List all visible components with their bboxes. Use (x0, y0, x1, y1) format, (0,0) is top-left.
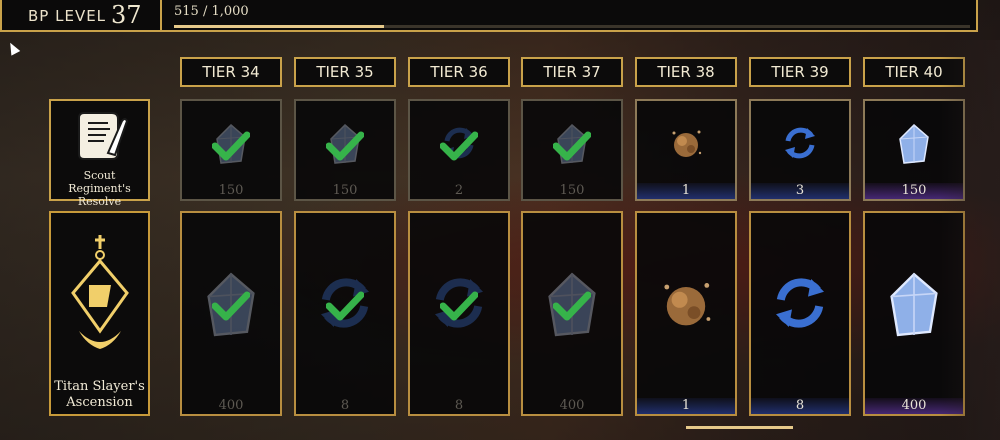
battle-pass-header: BP LEVEL 37 515 / 1,000 (0, 0, 978, 32)
dust-pile-icon (637, 271, 735, 335)
reward-quantity: 400 (865, 398, 963, 414)
reward-quantity: 150 (865, 183, 963, 199)
xp-progress-fill (174, 25, 385, 28)
dust-pile-icon (637, 123, 735, 163)
reward-card[interactable]: 400 (863, 211, 965, 416)
reward-card[interactable]: 150 (180, 99, 282, 201)
bp-level-box: BP LEVEL 37 (16, 0, 162, 32)
xp-progress-text: 515 / 1,000 (174, 4, 249, 19)
reward-quantity: 8 (340, 398, 350, 413)
reward-quantity: 3 (751, 183, 849, 199)
free-track-label: Scout Regiment's Resolve (68, 169, 131, 208)
reward-quantity: 400 (559, 398, 585, 413)
reward-card[interactable]: 1 (635, 211, 737, 416)
reward-card[interactable]: 150 (521, 99, 623, 201)
claimed-check-icon (523, 131, 621, 161)
scroll-quill-icon (70, 107, 130, 169)
xp-progress-bar (174, 25, 970, 28)
claimed-check-icon (523, 291, 621, 321)
scroll-indicator[interactable] (686, 426, 793, 429)
reward-card[interactable]: 8 (749, 211, 851, 416)
tier-label: TIER 35 (294, 57, 396, 87)
bp-level-label: BP LEVEL (28, 7, 107, 25)
refresh-icon (751, 123, 849, 163)
reward-card[interactable]: 1 (635, 99, 737, 201)
tier-label: TIER 37 (521, 57, 623, 87)
tier-label: TIER 39 (749, 57, 851, 87)
premium-track-badge[interactable]: Titan Slayer's Ascension (49, 211, 150, 416)
reward-card[interactable]: 150 (863, 99, 965, 201)
tier-label: TIER 36 (408, 57, 510, 87)
free-track-badge[interactable]: Scout Regiment's Resolve (49, 99, 150, 208)
reward-card[interactable]: 400 (180, 211, 282, 416)
reward-quantity: 150 (218, 183, 244, 198)
crystal-icon (865, 271, 963, 341)
premium-track-label: Titan Slayer's Ascension (54, 379, 145, 410)
refresh-icon (751, 271, 849, 335)
reward-quantity: 150 (559, 183, 585, 198)
crystal-icon (865, 123, 963, 167)
reward-card[interactable]: 2 (408, 99, 510, 201)
claimed-check-icon (296, 291, 394, 321)
reward-card[interactable]: 8 (408, 211, 510, 416)
tier-label: TIER 40 (863, 57, 965, 87)
tier-label: TIER 34 (180, 57, 282, 87)
reward-card[interactable]: 8 (294, 211, 396, 416)
reward-quantity: 8 (751, 398, 849, 414)
claimed-check-icon (182, 291, 280, 321)
reward-quantity: 8 (454, 398, 464, 413)
golden-crest-icon (65, 235, 135, 363)
reward-quantity: 150 (332, 183, 358, 198)
claimed-check-icon (410, 131, 508, 161)
reward-quantity: 1 (637, 398, 735, 414)
reward-quantity: 2 (454, 183, 464, 198)
bp-level-number: 37 (111, 1, 142, 29)
reward-card[interactable]: 3 (749, 99, 851, 201)
claimed-check-icon (410, 291, 508, 321)
claimed-check-icon (182, 131, 280, 161)
claimed-check-icon (296, 131, 394, 161)
reward-card[interactable]: 400 (521, 211, 623, 416)
tier-label: TIER 38 (635, 57, 737, 87)
reward-quantity: 400 (218, 398, 244, 413)
reward-card[interactable]: 150 (294, 99, 396, 201)
reward-quantity: 1 (637, 183, 735, 199)
